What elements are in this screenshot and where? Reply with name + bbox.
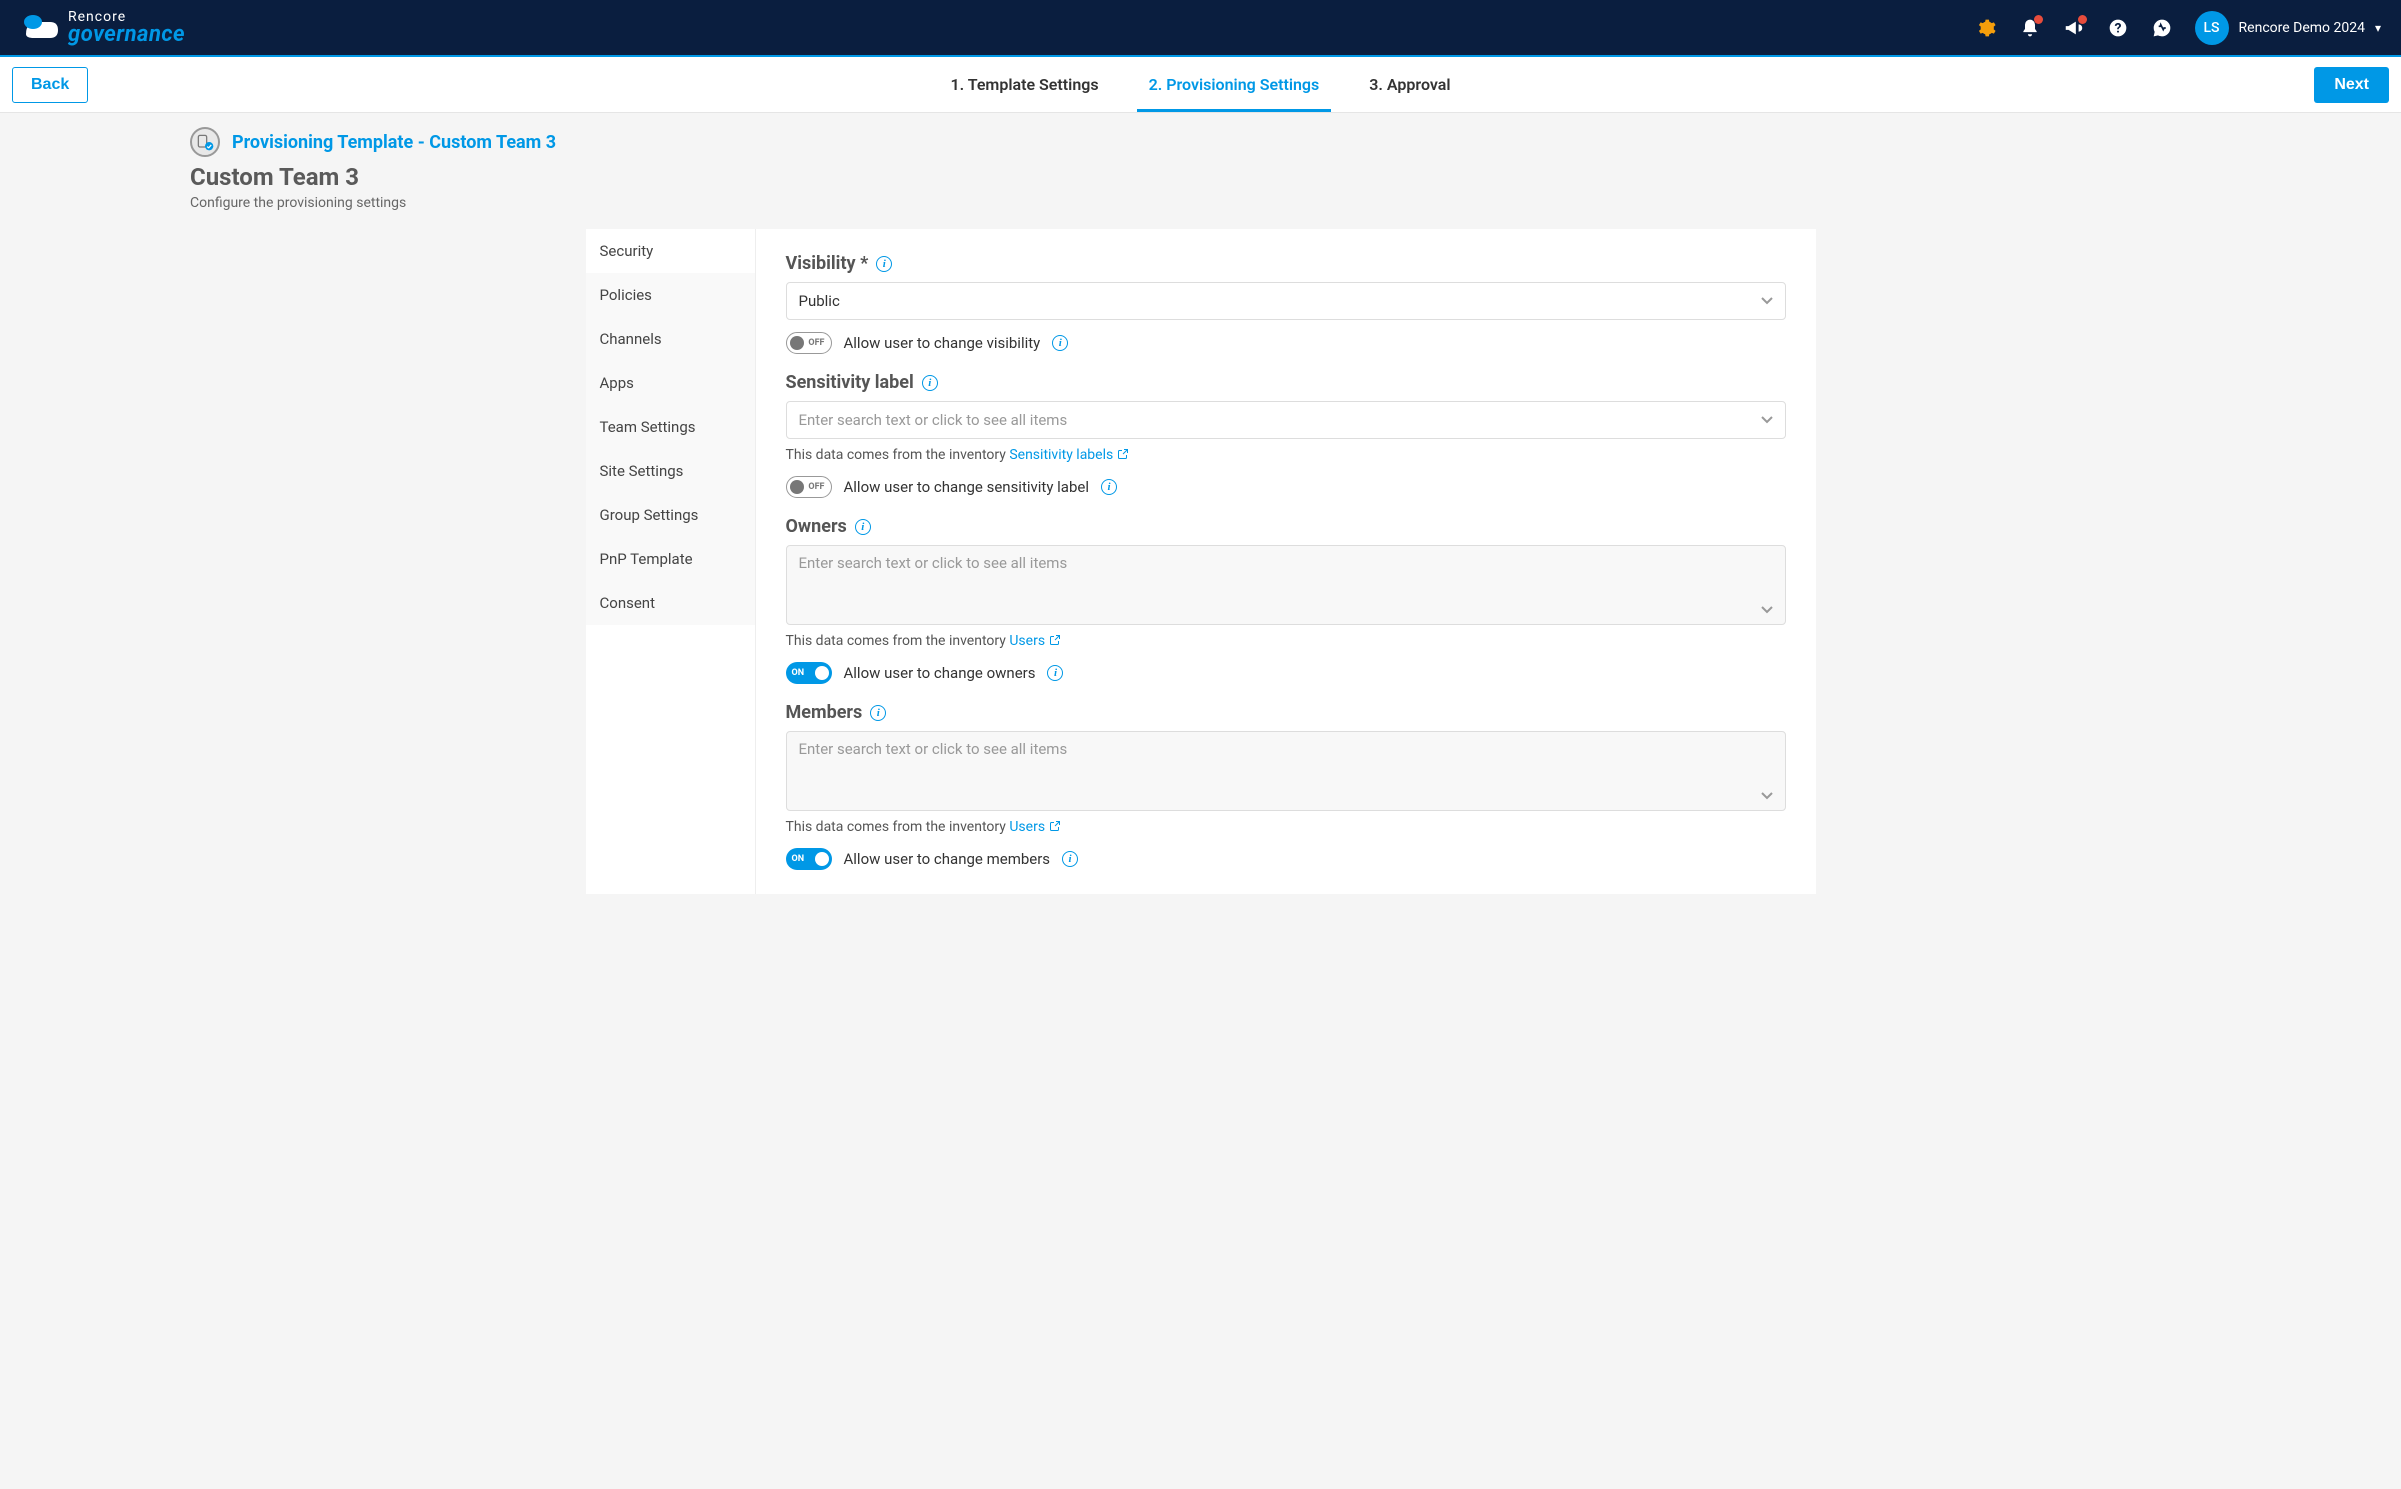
info-icon[interactable]: i — [1047, 665, 1063, 681]
members-helper: This data comes from the inventory Users — [786, 819, 1786, 836]
toggle-allow-change-members[interactable]: ON — [786, 848, 832, 870]
owners-toggle-label: Allow user to change owners — [844, 664, 1036, 682]
steps-container: 1. Template Settings 2. Provisioning Set… — [950, 57, 1450, 112]
sidebar-item-consent[interactable]: Consent — [586, 581, 755, 625]
feedback-icon[interactable] — [2151, 17, 2173, 39]
chevron-down-icon — [1761, 790, 1773, 802]
gear-icon[interactable] — [1975, 17, 1997, 39]
step-template-settings[interactable]: 1. Template Settings — [950, 57, 1098, 112]
logo-area[interactable]: Rencore governance — [20, 10, 185, 46]
owners-select[interactable]: Enter search text or click to see all it… — [786, 545, 1786, 625]
owners-helper: This data comes from the inventory Users — [786, 633, 1786, 650]
step-approval[interactable]: 3. Approval — [1369, 57, 1450, 112]
next-button[interactable]: Next — [2314, 67, 2389, 103]
sensitivity-toggle-label: Allow user to change sensitivity label — [844, 478, 1089, 496]
info-icon[interactable]: i — [870, 705, 886, 721]
chevron-down-icon — [1761, 295, 1773, 307]
chevron-down-icon: ▾ — [2375, 21, 2381, 35]
chevron-down-icon — [1761, 604, 1773, 616]
notification-badge — [2078, 15, 2087, 24]
page-header: Provisioning Template - Custom Team 3 Cu… — [0, 113, 2401, 229]
info-icon[interactable]: i — [1062, 851, 1078, 867]
external-link-icon — [1049, 820, 1061, 836]
sidebar-item-security[interactable]: Security — [586, 229, 755, 273]
main-content: Security Policies Channels Apps Team Set… — [586, 229, 1816, 894]
page-subtitle: Configure the provisioning settings — [190, 195, 2401, 211]
notification-badge — [2034, 15, 2043, 24]
chevron-down-icon — [1761, 414, 1773, 426]
step-provisioning-settings[interactable]: 2. Provisioning Settings — [1149, 57, 1320, 112]
visibility-toggle-row: OFF Allow user to change visibility i — [786, 332, 1786, 354]
step-bar: Back 1. Template Settings 2. Provisionin… — [0, 57, 2401, 113]
sensitivity-toggle-row: OFF Allow user to change sensitivity lab… — [786, 476, 1786, 498]
sidebar-item-pnp-template[interactable]: PnP Template — [586, 537, 755, 581]
toggle-allow-change-visibility[interactable]: OFF — [786, 332, 832, 354]
form-content: Visibility * i Public OFF Allow user to … — [756, 229, 1816, 894]
sidebar-item-team-settings[interactable]: Team Settings — [586, 405, 755, 449]
template-icon — [190, 127, 220, 157]
help-icon[interactable] — [2107, 17, 2129, 39]
avatar: LS — [2195, 11, 2229, 45]
rencore-logo-icon — [20, 12, 60, 44]
sidebar-item-site-settings[interactable]: Site Settings — [586, 449, 755, 493]
info-icon[interactable]: i — [922, 375, 938, 391]
sidebar-item-channels[interactable]: Channels — [586, 317, 755, 361]
visibility-label: Visibility * i — [786, 253, 1786, 274]
logo-text: Rencore governance — [68, 10, 185, 46]
external-link-icon — [1049, 634, 1061, 650]
bell-icon[interactable] — [2019, 17, 2041, 39]
owners-placeholder: Enter search text or click to see all it… — [799, 554, 1068, 572]
brand-name-bottom: governance — [68, 24, 185, 46]
topbar-right: LS Rencore Demo 2024 ▾ — [1975, 11, 2381, 45]
toggle-allow-change-sensitivity[interactable]: OFF — [786, 476, 832, 498]
top-navigation-bar: Rencore governance LS Rencore Demo 2024 … — [0, 0, 2401, 57]
megaphone-icon[interactable] — [2063, 17, 2085, 39]
toggle-allow-change-owners[interactable]: ON — [786, 662, 832, 684]
sidebar-nav: Security Policies Channels Apps Team Set… — [586, 229, 756, 894]
sensitivity-select[interactable]: Enter search text or click to see all it… — [786, 401, 1786, 439]
info-icon[interactable]: i — [1052, 335, 1068, 351]
sensitivity-helper: This data comes from the inventory Sensi… — [786, 447, 1786, 464]
owners-toggle-row: ON Allow user to change owners i — [786, 662, 1786, 684]
external-link-icon — [1117, 448, 1129, 464]
user-menu[interactable]: LS Rencore Demo 2024 ▾ — [2195, 11, 2381, 45]
members-toggle-row: ON Allow user to change members i — [786, 848, 1786, 870]
sensitivity-labels-link[interactable]: Sensitivity labels — [1009, 447, 1129, 463]
info-icon[interactable]: i — [1101, 479, 1117, 495]
visibility-value: Public — [799, 292, 840, 310]
sidebar-item-policies[interactable]: Policies — [586, 273, 755, 317]
breadcrumb: Provisioning Template - Custom Team 3 — [232, 132, 556, 153]
members-placeholder: Enter search text or click to see all it… — [799, 740, 1068, 758]
visibility-toggle-label: Allow user to change visibility — [844, 334, 1041, 352]
members-users-link[interactable]: Users — [1009, 819, 1061, 835]
page-title: Custom Team 3 — [190, 163, 2401, 191]
user-label: Rencore Demo 2024 — [2239, 20, 2365, 36]
members-label: Members i — [786, 702, 1786, 723]
members-toggle-label: Allow user to change members — [844, 850, 1051, 868]
back-button[interactable]: Back — [12, 67, 88, 103]
sidebar-item-group-settings[interactable]: Group Settings — [586, 493, 755, 537]
info-icon[interactable]: i — [855, 519, 871, 535]
owners-users-link[interactable]: Users — [1009, 633, 1061, 649]
visibility-select[interactable]: Public — [786, 282, 1786, 320]
sensitivity-placeholder: Enter search text or click to see all it… — [799, 411, 1068, 429]
owners-label: Owners i — [786, 516, 1786, 537]
sidebar-item-apps[interactable]: Apps — [586, 361, 755, 405]
sensitivity-label: Sensitivity label i — [786, 372, 1786, 393]
breadcrumb-row: Provisioning Template - Custom Team 3 — [190, 127, 2401, 157]
info-icon[interactable]: i — [876, 256, 892, 272]
members-select[interactable]: Enter search text or click to see all it… — [786, 731, 1786, 811]
